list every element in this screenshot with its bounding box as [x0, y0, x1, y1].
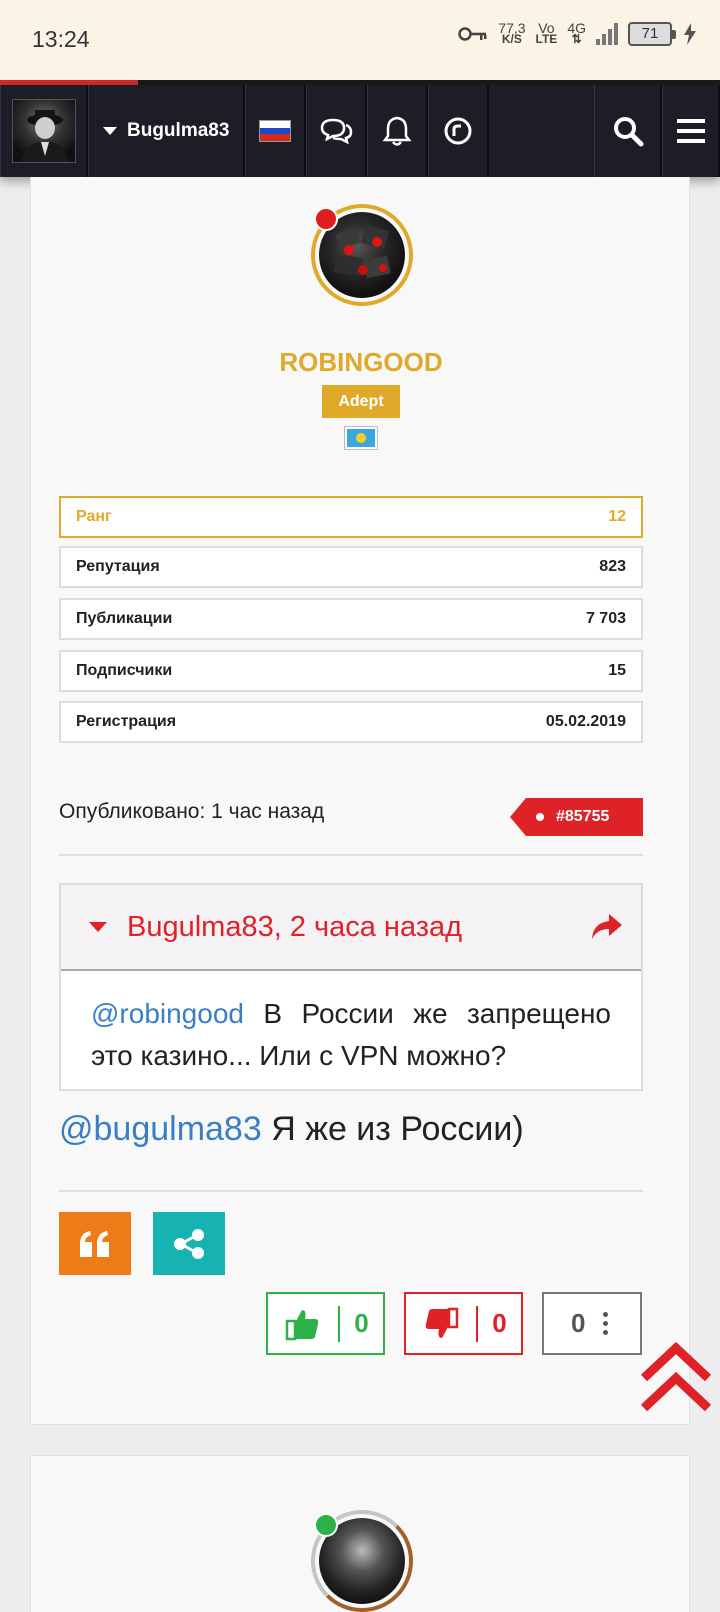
menu-icon	[676, 119, 705, 143]
divider	[59, 854, 643, 856]
thumbs-down-icon	[425, 1307, 459, 1338]
network-speed: 77,3 K/S	[498, 20, 526, 46]
status-icons: 77,3 K/S Vo LTE 4G ⇅ 71	[458, 20, 698, 46]
divider	[59, 1190, 643, 1192]
author-rank-badge: Adept	[322, 385, 400, 418]
kazakhstan-flag-icon	[344, 426, 378, 450]
quote-icon	[80, 1230, 109, 1257]
messages-button[interactable]	[306, 85, 367, 177]
site-navbar: Bugulma83	[0, 85, 720, 177]
reactions-count: 0	[571, 1308, 586, 1338]
charging-icon	[684, 23, 696, 45]
system-status-bar: 13:24 77,3 K/S Vo LTE 4G ⇅ 71	[0, 0, 720, 80]
quote-header[interactable]: Bugulma83, 2 часа назад	[61, 885, 641, 971]
more-vertical-icon	[603, 1312, 609, 1335]
russia-flag-icon	[259, 120, 291, 142]
post-body: @bugulma83 Я же из России)	[59, 1110, 524, 1148]
thumbs-up-icon	[285, 1309, 319, 1340]
stat-reputation: Репутация 823	[59, 546, 643, 588]
stat-registration: Регистрация 05.02.2019	[59, 701, 643, 743]
reactions-menu-button[interactable]: 0	[542, 1292, 642, 1355]
vpn-key-icon	[458, 27, 487, 41]
published-time: Опубликовано: 1 час назад	[59, 800, 325, 823]
nav-user-avatar[interactable]	[0, 85, 88, 177]
share-icon	[174, 1228, 204, 1259]
dislike-count: 0	[492, 1308, 507, 1338]
battery-icon: 71	[628, 22, 676, 46]
chevron-down-icon	[103, 127, 117, 135]
reply-arrow-icon[interactable]	[589, 912, 623, 942]
user-menu-dropdown[interactable]: Bugulma83	[88, 85, 245, 177]
quote-text: @robingood В России же запрещено это каз…	[91, 998, 611, 1071]
quote-mention-link[interactable]: @robingood	[91, 998, 244, 1029]
offline-status-dot	[314, 207, 338, 231]
next-post-card	[30, 1455, 690, 1612]
quote-button[interactable]	[59, 1212, 131, 1275]
like-count: 0	[354, 1308, 369, 1338]
chat-icon	[320, 118, 353, 145]
quote-block: Bugulma83, 2 часа назад @robingood В Рос…	[59, 883, 643, 1091]
share-button[interactable]	[153, 1212, 225, 1275]
stat-followers: Подписчики 15	[59, 650, 643, 692]
activity-icon	[444, 117, 472, 145]
quote-author: Bugulma83, 2 часа назад	[127, 910, 463, 943]
network-type: 4G ⇅	[567, 20, 586, 46]
online-status-dot	[314, 1513, 338, 1537]
author-name[interactable]: ROBINGOOD	[31, 347, 691, 378]
notifications-button[interactable]	[367, 85, 428, 177]
volte-indicator: Vo LTE	[535, 20, 558, 46]
avatar	[11, 99, 76, 163]
dislike-button[interactable]: 0	[404, 1292, 523, 1355]
post-mention-link[interactable]: @bugulma83	[59, 1110, 262, 1148]
search-button[interactable]	[594, 85, 662, 177]
search-icon	[613, 117, 643, 147]
post-card: ROBINGOOD Adept Ранг 12 Репутация 823 Публ…	[30, 177, 690, 1425]
stat-rank: Ранг 12	[59, 496, 643, 538]
scroll-to-top-icon[interactable]	[638, 1338, 714, 1418]
bell-icon	[382, 116, 412, 146]
language-button[interactable]	[245, 85, 306, 177]
like-button[interactable]: 0	[266, 1292, 385, 1355]
stat-publications: Публикации 7 703	[59, 598, 643, 640]
menu-button[interactable]	[662, 85, 720, 177]
activity-button[interactable]	[428, 85, 489, 177]
nav-username: Bugulma83	[127, 120, 230, 141]
caret-down-icon	[89, 922, 107, 932]
clock: 13:24	[32, 26, 90, 52]
post-number-tag[interactable]: #85755	[510, 798, 643, 836]
signal-icon	[596, 23, 618, 45]
